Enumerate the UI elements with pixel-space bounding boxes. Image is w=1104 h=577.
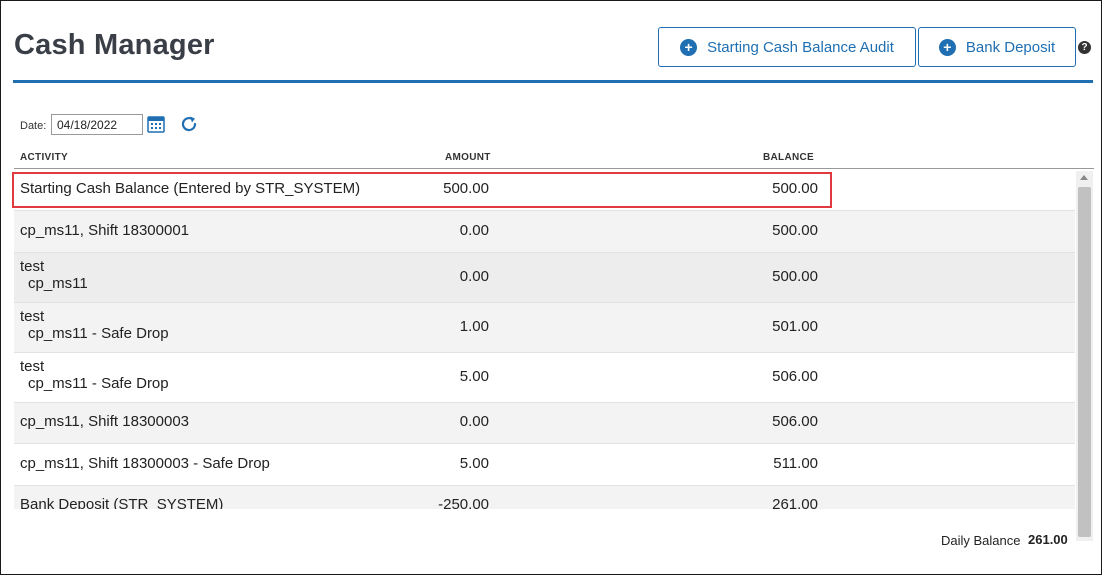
amount-cell: 0.00 xyxy=(459,413,489,430)
amount-cell: -250.00 xyxy=(438,496,489,509)
activity-cell: cp_ms11, Shift 18300001 xyxy=(20,222,190,239)
amount-cell: 5.00 xyxy=(459,455,489,472)
activity-cell: cp_ms11, Shift 18300003 - Safe Drop xyxy=(20,455,270,472)
table-row[interactable]: Starting Cash Balance (Entered by STR_SY… xyxy=(14,169,1075,211)
page-title: Cash Manager xyxy=(14,29,215,61)
daily-balance-value: 261.00 xyxy=(1028,532,1068,547)
column-header-amount: AMOUNT xyxy=(445,152,491,163)
amount-cell: 5.00 xyxy=(459,368,489,385)
table-row[interactable]: test cp_ms11 0.00 500.00 xyxy=(14,253,1075,303)
refresh-icon[interactable] xyxy=(179,114,199,134)
date-input[interactable] xyxy=(51,114,143,135)
plus-circle-icon: + xyxy=(938,38,956,56)
plus-circle-icon: + xyxy=(680,38,698,56)
balance-cell: 500.00 xyxy=(772,180,818,197)
bank-deposit-button[interactable]: + Bank Deposit xyxy=(918,27,1076,67)
audit-button-label: Starting Cash Balance Audit xyxy=(707,38,894,56)
help-icon[interactable]: ? xyxy=(1078,41,1091,54)
deposit-button-label: Bank Deposit xyxy=(965,38,1056,56)
header-divider xyxy=(13,80,1093,83)
activity-cell: test cp_ms11 xyxy=(20,258,88,292)
balance-cell: 501.00 xyxy=(772,318,818,335)
table-row[interactable]: test cp_ms11 - Safe Drop 5.00 506.00 xyxy=(14,353,1075,403)
date-label: Date: xyxy=(20,120,47,132)
scroll-up-arrow-icon[interactable] xyxy=(1080,175,1088,180)
table-row[interactable]: cp_ms11, Shift 18300001 0.00 500.00 xyxy=(14,211,1075,253)
activity-title: test xyxy=(20,308,45,325)
amount-cell: 1.00 xyxy=(459,318,489,335)
amount-cell: 0.00 xyxy=(459,222,489,239)
starting-cash-balance-audit-button[interactable]: + Starting Cash Balance Audit xyxy=(658,27,916,67)
calendar-icon[interactable] xyxy=(147,115,165,133)
activity-detail: cp_ms11 - Safe Drop xyxy=(28,375,169,392)
column-header-activity: ACTIVITY xyxy=(20,152,68,163)
balance-cell: 506.00 xyxy=(772,413,818,430)
activity-cell: Bank Deposit (STR_SYSTEM) xyxy=(20,496,224,509)
activity-detail: cp_ms11 xyxy=(28,275,88,292)
activity-cell: test cp_ms11 - Safe Drop xyxy=(20,358,169,392)
vertical-scrollbar[interactable] xyxy=(1076,171,1093,541)
activity-title: test xyxy=(20,258,45,275)
table-row[interactable]: cp_ms11, Shift 18300003 0.00 506.00 xyxy=(14,403,1075,444)
table-row[interactable]: test cp_ms11 - Safe Drop 1.00 501.00 xyxy=(14,303,1075,353)
activity-cell: test cp_ms11 - Safe Drop xyxy=(20,308,169,342)
daily-balance-label: Daily Balance xyxy=(941,533,1021,548)
activity-detail: cp_ms11 - Safe Drop xyxy=(28,325,169,342)
balance-cell: 261.00 xyxy=(772,496,818,509)
balance-cell: 500.00 xyxy=(772,222,818,239)
activity-cell: cp_ms11, Shift 18300003 xyxy=(20,413,190,430)
table-row[interactable]: Bank Deposit (STR_SYSTEM) -250.00 261.00 xyxy=(14,486,1075,509)
balance-cell: 500.00 xyxy=(772,268,818,285)
balance-cell: 506.00 xyxy=(772,368,818,385)
scroll-thumb[interactable] xyxy=(1078,187,1091,537)
activity-cell: Starting Cash Balance (Entered by STR_SY… xyxy=(20,180,361,197)
activity-title: test xyxy=(20,358,45,375)
cash-manager-window: Cash Manager + Starting Cash Balance Aud… xyxy=(0,0,1102,575)
amount-cell: 0.00 xyxy=(459,268,489,285)
balance-cell: 511.00 xyxy=(773,455,818,472)
table-row[interactable]: cp_ms11, Shift 18300003 - Safe Drop 5.00… xyxy=(14,444,1075,486)
column-header-balance: BALANCE xyxy=(763,152,814,163)
activity-table: Starting Cash Balance (Entered by STR_SY… xyxy=(14,169,1075,509)
amount-cell: 500.00 xyxy=(443,180,489,197)
